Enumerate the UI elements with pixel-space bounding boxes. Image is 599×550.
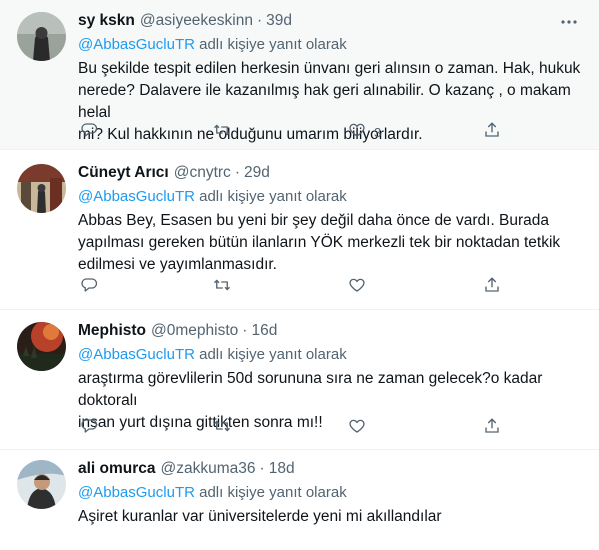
display-name[interactable]: Cüneyt Arıcı — [78, 164, 169, 182]
separator-dot: · — [259, 460, 265, 477]
heart-icon — [348, 121, 366, 144]
avatar[interactable] — [17, 164, 66, 213]
tweet-text-line: Aşiret kuranlar var üniversitelerde yeni… — [78, 508, 442, 525]
mention-link[interactable]: @AbbasGucluTR — [78, 484, 195, 501]
heart-icon — [348, 276, 366, 299]
reply-icon — [80, 276, 98, 299]
retweet-icon — [213, 276, 231, 299]
replying-to-label: adlı kişiye yanıt olarak — [194, 188, 347, 205]
retweet-button[interactable] — [213, 121, 231, 143]
retweet-button[interactable] — [213, 417, 231, 439]
tweet-actions — [78, 417, 508, 439]
tweet-text: Abbas Bey, Esasen bu yeni bir şey değil … — [78, 210, 583, 276]
retweet-icon — [213, 417, 231, 440]
tweet-text-line: Bu şekilde tespit edilen herkesin ünvanı… — [78, 60, 581, 77]
reply-button[interactable] — [80, 121, 98, 143]
share-icon — [483, 121, 501, 144]
timestamp[interactable]: 39d — [266, 12, 292, 30]
tweet-actions — [78, 276, 508, 298]
tweet-text-line: araştırma görevlilerin 50d sorununa sıra… — [78, 370, 543, 409]
share-icon — [483, 276, 501, 299]
more-options-icon[interactable] — [559, 12, 579, 32]
like-button[interactable] — [348, 276, 374, 298]
tweet[interactable]: sy kskn @asiyeekeskinn · 39d @AbbasGuclu… — [0, 0, 599, 150]
share-button[interactable] — [483, 417, 501, 439]
timestamp[interactable]: 18d — [269, 460, 295, 478]
replying-to-label: adlı kişiye yanıt olarak — [194, 484, 347, 501]
mention-link[interactable]: @AbbasGucluTR — [78, 188, 195, 205]
separator-dot: · — [257, 12, 263, 29]
reply-button[interactable] — [80, 276, 98, 298]
tweet-header: sy kskn @asiyeekeskinn · 39d — [78, 12, 583, 32]
tweet-text: Aşiret kuranlar var üniversitelerde yeni… — [78, 506, 583, 528]
reply-button[interactable] — [80, 417, 98, 439]
user-handle[interactable]: @asiyeekeskinn — [140, 12, 253, 30]
tweet-text-line: yapılması gereken bütün ilanların YÖK me… — [78, 234, 561, 251]
avatar[interactable] — [17, 322, 66, 371]
mention-link[interactable]: @AbbasGucluTR — [78, 346, 195, 363]
tweet-text-line: Abbas Bey, Esasen bu yeni bir şey değil … — [78, 212, 550, 229]
timestamp[interactable]: 29d — [244, 164, 270, 182]
tweet[interactable]: ali omurca @zakkuma36 · 18d @AbbasGucluT… — [0, 450, 599, 550]
timestamp[interactable]: 16d — [251, 322, 277, 340]
tweet-actions: 3 — [78, 121, 508, 143]
replying-to: @AbbasGucluTR adlı kişiye yanıt olarak — [78, 188, 583, 208]
share-icon — [483, 417, 501, 440]
display-name[interactable]: ali omurca — [78, 460, 156, 478]
like-button[interactable]: 3 — [348, 121, 381, 143]
tweet-text-line: edilmesi ve yayımlanmasıdır. — [78, 256, 277, 273]
tweet-header: Mephisto @0mephisto · 16d — [78, 322, 583, 342]
like-button[interactable] — [348, 417, 374, 439]
replying-to: @AbbasGucluTR adlı kişiye yanıt olarak — [78, 484, 583, 504]
separator-dot: · — [242, 322, 248, 339]
avatar[interactable] — [17, 12, 66, 61]
tweet-header: ali omurca @zakkuma36 · 18d — [78, 460, 583, 480]
separator-dot: · — [234, 164, 240, 181]
heart-icon — [348, 417, 366, 440]
share-button[interactable] — [483, 276, 501, 298]
display-name[interactable]: sy kskn — [78, 12, 135, 30]
replying-to: @AbbasGucluTR adlı kişiye yanıt olarak — [78, 36, 583, 56]
user-handle[interactable]: @0mephisto — [151, 322, 238, 340]
display-name[interactable]: Mephisto — [78, 322, 146, 340]
tweet[interactable]: Cüneyt Arıcı @cnytrc · 29d @AbbasGucluTR… — [0, 150, 599, 310]
reply-icon — [80, 121, 98, 144]
replying-to-label: adlı kişiye yanıt olarak — [194, 346, 347, 363]
avatar[interactable] — [17, 460, 66, 509]
reply-icon — [80, 417, 98, 440]
reply-feed: sy kskn @asiyeekeskinn · 39d @AbbasGuclu… — [0, 0, 599, 550]
tweet-text-line: nerede? Dalavere ile kazanılmış hak geri… — [78, 82, 571, 121]
user-handle[interactable]: @cnytrc — [174, 164, 231, 182]
retweet-icon — [213, 121, 231, 144]
user-handle[interactable]: @zakkuma36 — [161, 460, 256, 478]
replying-to-label: adlı kişiye yanıt olarak — [194, 36, 347, 53]
mention-link[interactable]: @AbbasGucluTR — [78, 36, 195, 53]
retweet-button[interactable] — [213, 276, 231, 298]
tweet-header: Cüneyt Arıcı @cnytrc · 29d — [78, 164, 583, 184]
tweet[interactable]: Mephisto @0mephisto · 16d @AbbasGucluTR … — [0, 310, 599, 450]
like-count: 3 — [374, 124, 382, 140]
replying-to: @AbbasGucluTR adlı kişiye yanıt olarak — [78, 346, 583, 366]
share-button[interactable] — [483, 121, 501, 143]
